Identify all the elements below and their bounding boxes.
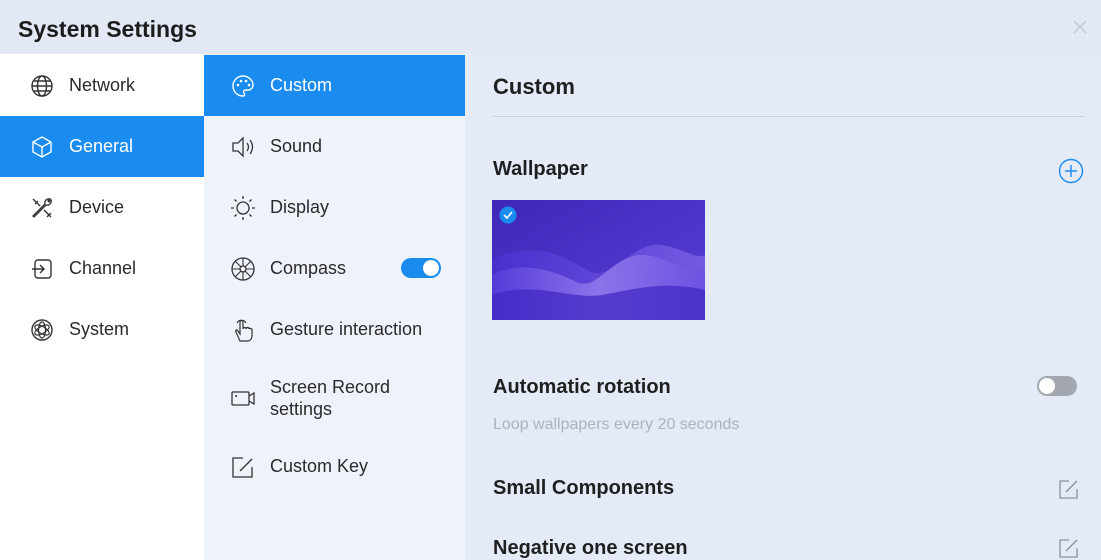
subitem-label-group: Screen Record settings: [270, 376, 390, 420]
negative-one-screen-title: Negative one screen: [493, 537, 688, 559]
content-header: Custom: [493, 74, 575, 99]
sidebar-item-system[interactable]: System: [0, 299, 204, 360]
tools-icon: [32, 197, 52, 218]
subitem-custom[interactable]: Custom: [204, 55, 465, 116]
globe-icon: [31, 74, 53, 97]
title-bar: System Settings: [0, 0, 1101, 54]
subitem-label-line1: Screen Record: [270, 377, 391, 397]
compass-toggle[interactable]: [401, 258, 441, 278]
category-sidebar: Network General Device Channel System: [0, 54, 204, 560]
compass-icon: [231, 256, 255, 281]
subitem-display[interactable]: Display: [204, 177, 465, 238]
sidebar-item-general[interactable]: General: [0, 116, 204, 177]
atom-icon: [31, 318, 53, 341]
close-icon[interactable]: [1069, 16, 1091, 38]
palette-icon: [232, 74, 254, 97]
sidebar-item-label: Channel: [69, 258, 137, 278]
subitem-screen-record-settings[interactable]: Screen Record settings: [204, 360, 465, 436]
sun-icon: [231, 195, 255, 220]
subitem-compass[interactable]: Compass: [204, 238, 465, 299]
subitem-label: Display: [270, 197, 330, 217]
sidebar-item-network[interactable]: Network: [0, 55, 204, 116]
speaker-icon: [232, 135, 254, 158]
subitem-label: Gesture interaction: [270, 319, 423, 339]
subitem-label: Sound: [270, 136, 323, 156]
header-divider: [493, 116, 1084, 117]
sidebar-item-device[interactable]: Device: [0, 177, 204, 238]
add-wallpaper-icon[interactable]: [1058, 158, 1084, 184]
content-panel: Custom Wallpaper Automatic rotation Loop…: [465, 54, 1101, 560]
sidebar-item-label: Network: [69, 75, 136, 95]
toggle-knob: [423, 260, 439, 276]
wallpaper-title: Wallpaper: [493, 158, 588, 180]
subitem-label: Compass: [270, 258, 347, 278]
subitem-label: Custom Key: [270, 456, 369, 476]
subitem-gesture-interaction[interactable]: Gesture interaction: [204, 299, 465, 360]
sidebar-item-label: General: [69, 136, 134, 156]
selected-check-icon: [499, 206, 517, 224]
subcategory-panel: Custom Sound Display Compass Gesture int…: [204, 54, 465, 560]
subitem-custom-key[interactable]: Custom Key: [204, 436, 465, 497]
toggle-knob: [1039, 378, 1055, 394]
edit-small-components-icon[interactable]: [1058, 478, 1080, 500]
small-components-title: Small Components: [493, 477, 675, 499]
sidebar-item-label: System: [69, 319, 130, 339]
input-icon: [32, 258, 52, 279]
camera-icon: [231, 391, 255, 406]
auto-rotation-hint: Loop wallpapers every 20 seconds: [493, 416, 740, 433]
wallpaper-image: [492, 200, 705, 320]
edit-icon: [232, 456, 253, 478]
subitem-label-line2: settings: [270, 399, 333, 419]
subitem-sound[interactable]: Sound: [204, 116, 465, 177]
edit-negative-one-screen-icon[interactable]: [1058, 537, 1080, 559]
subitem-label: Custom: [270, 75, 333, 95]
settings-window: System Settings Network General Device C…: [0, 0, 1101, 560]
auto-rotation-toggle[interactable]: [1037, 376, 1077, 396]
sidebar-item-label: Device: [69, 197, 125, 217]
cube-icon: [32, 135, 52, 158]
auto-rotation-title: Automatic rotation: [493, 376, 671, 398]
window-title: System Settings: [18, 16, 197, 42]
sidebar-item-channel[interactable]: Channel: [0, 238, 204, 299]
hand-pointer-icon: [235, 319, 253, 342]
wallpaper-thumbnail[interactable]: [492, 200, 705, 320]
